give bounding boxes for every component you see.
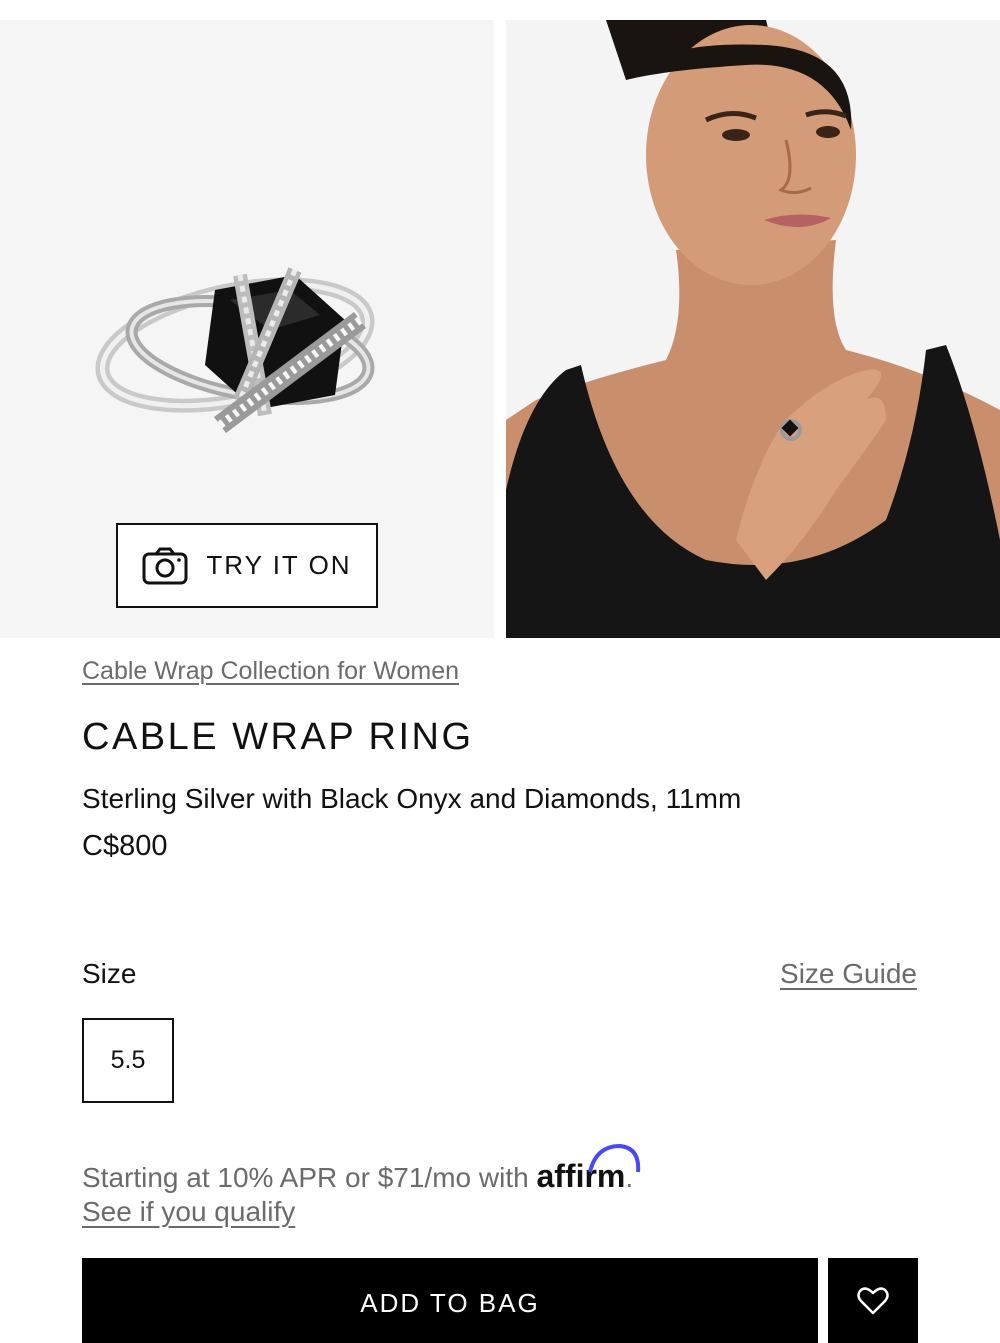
product-title: CABLE WRAP RING <box>82 716 474 758</box>
camera-icon <box>142 547 188 585</box>
model-wearing-ring-image[interactable] <box>506 20 1000 638</box>
affirm-arc-icon <box>588 1144 641 1173</box>
try-it-on-button[interactable]: TRY IT ON <box>116 523 378 608</box>
product-gallery: TRY IT ON <box>0 20 1000 638</box>
financing-text: Starting at 10% APR or $71/mo with affir… <box>82 1144 641 1195</box>
product-subtitle: Sterling Silver with Black Onyx and Diam… <box>82 783 742 814</box>
wishlist-button[interactable] <box>828 1258 918 1343</box>
ring-illustration <box>95 267 375 433</box>
try-it-on-label: TRY IT ON <box>206 550 352 580</box>
model-illustration <box>506 20 1000 638</box>
size-option[interactable]: 5.5 <box>82 1018 174 1103</box>
affirm-logo: affirm <box>536 1144 641 1194</box>
financing-message: Starting at 10% APR or $71/mo with <box>82 1162 537 1193</box>
size-guide-link[interactable]: Size Guide <box>780 958 917 990</box>
add-to-bag-button[interactable]: ADD TO BAG <box>82 1258 818 1343</box>
ring-product-image[interactable]: TRY IT ON <box>0 20 494 638</box>
collection-link[interactable]: Cable Wrap Collection for Women <box>82 657 459 686</box>
add-to-bag-label: ADD TO BAG <box>360 1288 540 1318</box>
size-label: Size <box>82 958 137 989</box>
product-price: C$800 <box>82 830 168 862</box>
see-if-you-qualify-link[interactable]: See if you qualify <box>82 1196 295 1228</box>
heart-outline-icon <box>857 1286 889 1321</box>
